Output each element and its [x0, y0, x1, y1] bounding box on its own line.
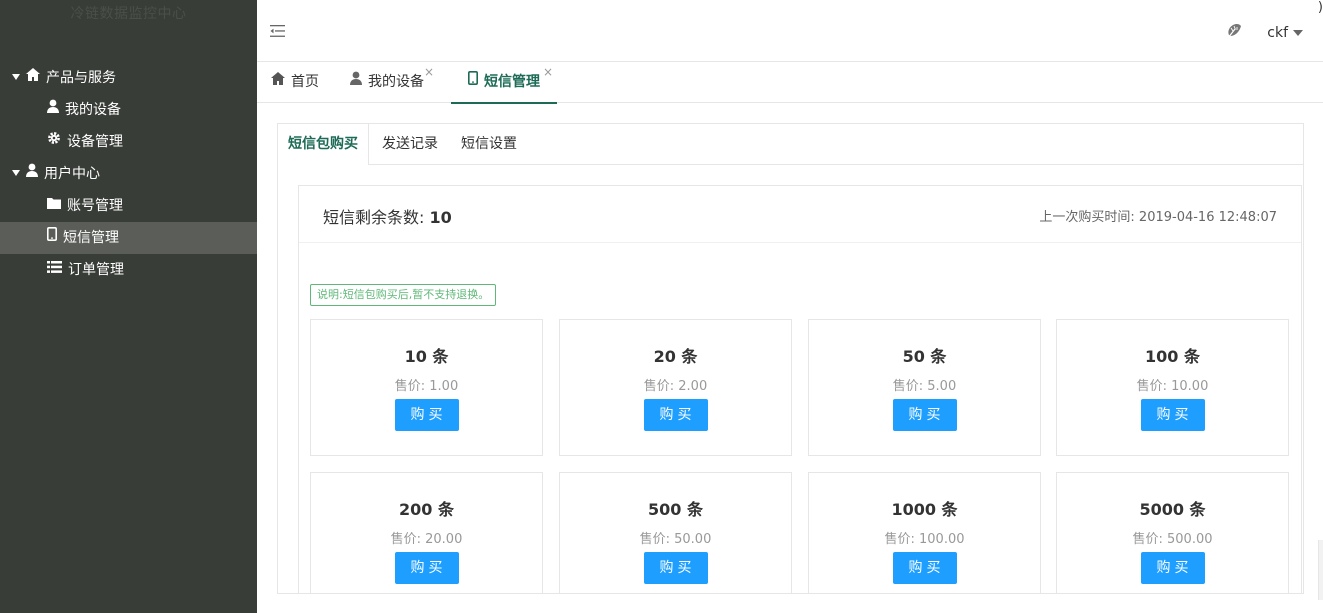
buy-button[interactable]: 购买	[1140, 552, 1205, 584]
theme-icon[interactable]	[1226, 22, 1243, 43]
sidebar-group-products[interactable]: 产品与服务	[0, 62, 257, 94]
package-card: 100 条 售价: 10.00 购买	[1056, 319, 1289, 456]
sidebar-group-user-center[interactable]: 用户中心	[0, 158, 257, 190]
home-icon	[271, 61, 285, 101]
package-title: 5000 条	[1139, 500, 1206, 519]
sidebar-item-label: 短信管理	[63, 230, 119, 246]
caret-down-icon	[1293, 29, 1303, 36]
package-price: 售价: 5.00	[892, 379, 957, 394]
home-icon	[26, 61, 40, 93]
package-price: 售价: 1.00	[394, 379, 459, 394]
page-tabs: 首页 我的设备 × 短信管理 ×	[257, 61, 1323, 104]
tab-label: 短信管理	[484, 74, 540, 90]
caret-down-icon	[12, 170, 20, 176]
scrollbar[interactable]	[1318, 540, 1323, 600]
subtab-sms-settings[interactable]: 短信设置	[451, 124, 527, 164]
notice-badge: 说明:短信包购买后,暂不支持退换。	[310, 284, 497, 306]
package-title: 20 条	[653, 347, 698, 366]
package-price: 售价: 20.00	[390, 532, 463, 547]
subtab-sms-package-purchase[interactable]: 短信包购买	[278, 124, 369, 165]
tab-my-devices[interactable]: 我的设备 ×	[350, 61, 434, 102]
package-title: 500 条	[648, 500, 703, 519]
user-icon	[47, 93, 59, 125]
sms-remaining: 短信剩余条数: 10	[323, 204, 452, 228]
sidebar-item-device-management[interactable]: 设备管理	[0, 126, 257, 158]
menu-collapse-icon[interactable]	[270, 25, 285, 41]
sidebar-item-my-devices[interactable]: 我的设备	[0, 94, 257, 126]
package-price: 售价: 100.00	[884, 532, 965, 547]
package-card: 50 条 售价: 5.00 购买	[808, 319, 1041, 456]
edge-glyph: )	[1317, 0, 1323, 15]
package-price: 售价: 2.00	[643, 379, 708, 394]
subtab-send-records[interactable]: 发送记录	[372, 124, 448, 164]
package-price: 售价: 50.00	[639, 532, 712, 547]
gear-icon	[47, 125, 61, 157]
remaining-value: 10	[429, 208, 452, 227]
sidebar: 冷链数据监控中心 产品与服务 我的设备 设备管理 用户中心 账号管理 短信管理 …	[0, 0, 257, 613]
user-icon	[26, 157, 38, 189]
sms-panel: 短信剩余条数: 10 上一次购买时间: 2019-04-16 12:48:07 …	[298, 185, 1302, 593]
package-title: 100 条	[1145, 347, 1200, 366]
tab-label: 首页	[291, 74, 319, 90]
last-purchase-time: 上一次购买时间: 2019-04-16 12:48:07	[1039, 210, 1277, 225]
caret-down-icon	[12, 74, 20, 80]
user-area: ckf	[1226, 22, 1303, 43]
package-price: 售价: 10.00	[1136, 379, 1209, 394]
tab-label: 我的设备	[368, 74, 424, 90]
folder-icon	[47, 189, 61, 221]
sidebar-item-sms-management[interactable]: 短信管理	[0, 222, 257, 254]
package-card: 10 条 售价: 1.00 购买	[310, 319, 543, 456]
package-title: 1000 条	[891, 500, 958, 519]
user-name: ckf	[1267, 24, 1288, 41]
buy-button[interactable]: 购买	[643, 552, 708, 584]
buy-button[interactable]: 购买	[643, 399, 708, 431]
tab-home[interactable]: 首页	[271, 62, 319, 102]
remaining-label: 短信剩余条数:	[323, 208, 430, 227]
sidebar-group-label: 产品与服务	[46, 70, 116, 86]
package-card: 20 条 售价: 2.00 购买	[559, 319, 792, 456]
brand-title: 冷链数据监控中心	[70, 6, 187, 22]
package-title: 50 条	[902, 347, 947, 366]
sidebar-item-label: 我的设备	[65, 102, 121, 118]
buy-button[interactable]: 购买	[892, 552, 957, 584]
package-card: 5000 条 售价: 500.00 购买	[1056, 472, 1289, 593]
sub-tabs: 短信包购买 发送记录 短信设置	[278, 124, 1303, 165]
user-menu[interactable]: ckf	[1267, 25, 1303, 41]
buy-button[interactable]: 购买	[892, 399, 957, 431]
close-icon[interactable]: ×	[424, 52, 434, 92]
sidebar-item-label: 设备管理	[67, 134, 123, 150]
top-header: ckf )	[257, 0, 1323, 62]
buy-button[interactable]: 购买	[1140, 399, 1205, 431]
sidebar-nav: 产品与服务 我的设备 设备管理 用户中心 账号管理 短信管理 订单管理	[0, 62, 257, 286]
mobile-icon	[468, 61, 478, 101]
user-icon	[350, 61, 362, 101]
package-card: 500 条 售价: 50.00 购买	[559, 472, 792, 593]
sidebar-group-label: 用户中心	[44, 166, 100, 182]
buy-button[interactable]: 购买	[394, 399, 459, 431]
sidebar-item-label: 订单管理	[68, 262, 124, 278]
content-card: 短信包购买 发送记录 短信设置 短信剩余条数: 10 上一次购买时间: 2019…	[277, 123, 1304, 594]
package-card: 200 条 售价: 20.00 购买	[310, 472, 543, 593]
buy-button[interactable]: 购买	[394, 552, 459, 584]
sidebar-item-order-management[interactable]: 订单管理	[0, 254, 257, 286]
sidebar-item-account-management[interactable]: 账号管理	[0, 190, 257, 222]
tab-sms-management[interactable]: 短信管理 ×	[451, 62, 557, 104]
mobile-icon	[47, 221, 57, 253]
package-price: 售价: 500.00	[1132, 532, 1213, 547]
sidebar-item-label: 账号管理	[67, 198, 123, 214]
panel-header: 短信剩余条数: 10 上一次购买时间: 2019-04-16 12:48:07	[299, 186, 1301, 243]
list-icon	[47, 253, 62, 285]
package-card: 1000 条 售价: 100.00 购买	[808, 472, 1041, 593]
package-title: 200 条	[399, 500, 454, 519]
package-title: 10 条	[404, 347, 449, 366]
close-icon[interactable]: ×	[543, 52, 553, 92]
